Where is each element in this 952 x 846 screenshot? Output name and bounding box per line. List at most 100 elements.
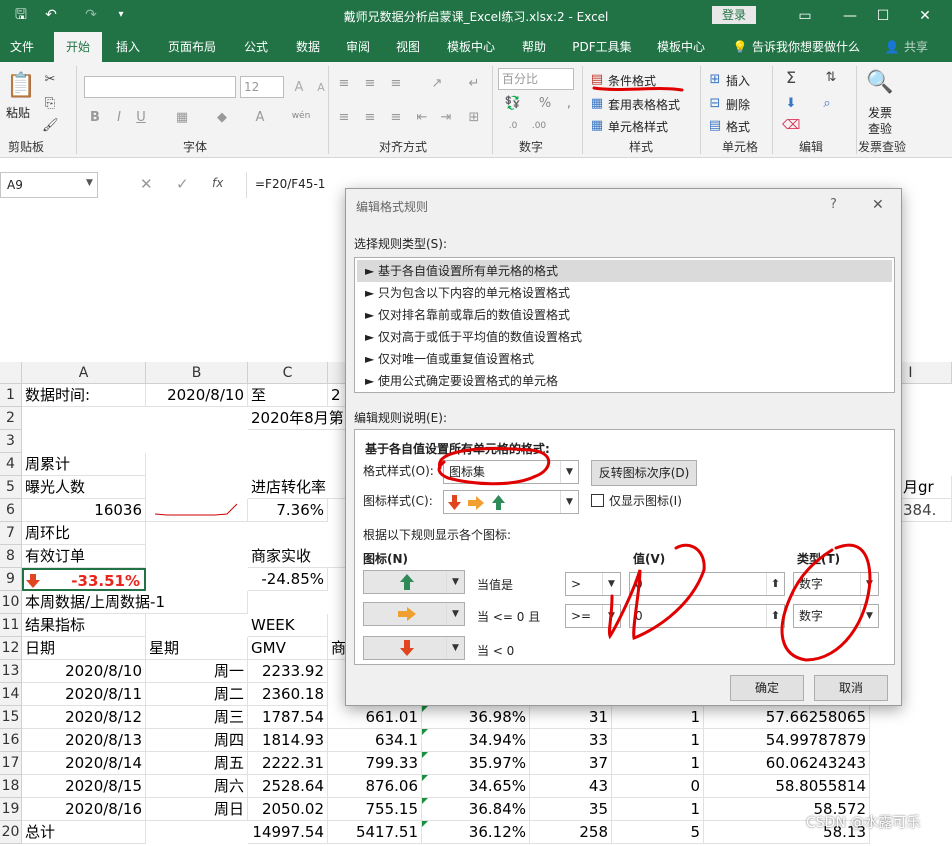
cell-d[interactable]: 876.06 xyxy=(328,775,422,798)
icon-style-select[interactable]: ▼ xyxy=(443,490,579,514)
ok-button[interactable]: 确定 xyxy=(730,675,804,701)
cell-week[interactable]: 周三 xyxy=(146,706,248,729)
cell-e[interactable]: 34.94% xyxy=(422,729,530,752)
share-button[interactable]: 共享 xyxy=(900,32,932,62)
cell-f[interactable]: 37 xyxy=(530,752,612,775)
cell-a4[interactable]: 周累计 xyxy=(22,453,146,476)
cell-f[interactable]: 31 xyxy=(530,706,612,729)
cell-gmv[interactable]: 1814.93 xyxy=(248,729,328,752)
cell-a1[interactable]: 数据时间: xyxy=(22,384,146,407)
column-header-b[interactable]: B xyxy=(146,362,248,384)
align-bottom-icon[interactable]: ≡ xyxy=(388,76,404,92)
cell-a9-selected[interactable]: -33.51% xyxy=(22,568,146,591)
rule2-operator-select[interactable]: >= ▼ xyxy=(565,604,621,628)
cell-i5[interactable]: 月gr xyxy=(900,476,952,499)
rule-type-list[interactable]: ► 基于各自值设置所有单元格的格式 ► 只为包含以下内容的单元格设置格式 ► 仅… xyxy=(354,257,895,393)
row-header[interactable]: 13 xyxy=(0,660,22,683)
tab-data[interactable]: 数据 xyxy=(288,32,328,62)
tab-formulas[interactable]: 公式 xyxy=(236,32,276,62)
row-header[interactable]: 16 xyxy=(0,729,22,752)
cell-a6[interactable]: 16036 xyxy=(22,499,146,522)
wrap-text-icon[interactable]: ↵ xyxy=(466,76,482,92)
autosum-icon[interactable]: Σ xyxy=(782,70,800,86)
sort-filter-icon[interactable]: ⇅ xyxy=(818,70,844,86)
cell-e20[interactable]: 36.12% xyxy=(422,821,530,844)
format-style-select[interactable]: 图标集 ▼ xyxy=(443,460,579,484)
cell-b12[interactable]: 星期 xyxy=(146,637,248,660)
cell-f20[interactable]: 258 xyxy=(530,821,612,844)
phonetic-icon[interactable]: wén xyxy=(290,108,312,124)
delete-cells-icon[interactable]: ⊟ xyxy=(708,96,722,112)
cell-a10[interactable]: 本周数据/上周数据-1 xyxy=(22,591,248,614)
cell-date[interactable]: 2020/8/11 xyxy=(22,683,146,706)
maximize-icon[interactable]: ☐ xyxy=(868,6,898,26)
increase-indent-icon[interactable]: ⇥ xyxy=(438,110,454,126)
cell-h[interactable]: 57.66258065 xyxy=(704,706,870,729)
rule2-icon-select[interactable]: ▼ xyxy=(363,602,465,626)
format-cells-icon[interactable]: ▤ xyxy=(708,118,722,134)
row-header[interactable]: 5 xyxy=(0,476,22,499)
copy-icon[interactable]: ⎘ xyxy=(42,96,58,112)
confirm-entry-icon[interactable]: ✓ xyxy=(176,175,189,193)
cell-h[interactable]: 54.99787879 xyxy=(704,729,870,752)
row-header[interactable]: 2 xyxy=(0,407,22,430)
row-header[interactable]: 1 xyxy=(0,384,22,407)
cell-f[interactable]: 35 xyxy=(530,798,612,821)
cell-e[interactable]: 36.84% xyxy=(422,798,530,821)
cell-c20[interactable]: 14997.54 xyxy=(248,821,328,844)
ref-picker-icon[interactable]: ⬆ xyxy=(766,573,784,595)
number-format-box[interactable]: 百分比 xyxy=(498,68,574,90)
row-header[interactable]: 14 xyxy=(0,683,22,706)
row-header[interactable]: 12 xyxy=(0,637,22,660)
cell-c2[interactable]: 2020年8月第1 xyxy=(248,407,353,430)
rule-type-item[interactable]: ► 仅对高于或低于平均值的数值设置格式 xyxy=(357,326,892,348)
row-header[interactable]: 3 xyxy=(0,430,22,453)
row-header[interactable]: 20 xyxy=(0,821,22,844)
rule3-icon-select[interactable]: ▼ xyxy=(363,636,465,660)
cell-week[interactable]: 周一 xyxy=(146,660,248,683)
percent-icon[interactable]: % xyxy=(538,96,552,112)
reverse-icon-order-button[interactable]: 反转图标次序(D) xyxy=(591,460,697,486)
tab-review[interactable]: 审阅 xyxy=(338,32,378,62)
bold-icon[interactable]: B xyxy=(88,110,102,126)
cell-g[interactable]: 1 xyxy=(612,729,704,752)
paste-icon[interactable]: 📋 xyxy=(6,70,36,100)
column-header-c[interactable]: C xyxy=(248,362,328,384)
row-header[interactable]: 10 xyxy=(0,591,22,614)
cell-gmv[interactable]: 2050.02 xyxy=(248,798,328,821)
cell-e[interactable]: 36.98% xyxy=(422,706,530,729)
cut-icon[interactable]: ✂ xyxy=(42,72,58,88)
tab-template-center[interactable]: 模板中心 xyxy=(440,32,502,62)
rule1-icon-select[interactable]: ▼ xyxy=(363,570,465,594)
underline-icon[interactable]: U xyxy=(134,110,148,126)
row-header[interactable]: 9 xyxy=(0,568,22,591)
cell-week[interactable]: 周四 xyxy=(146,729,248,752)
align-top-icon[interactable]: ≡ xyxy=(336,76,352,92)
increase-decimal-icon[interactable]: .0 xyxy=(504,118,522,134)
row-header[interactable]: 4 xyxy=(0,453,22,476)
cell-date[interactable]: 2020/8/13 xyxy=(22,729,146,752)
cell-b1[interactable]: 2020/8/10 xyxy=(146,384,248,407)
show-icon-only-checkbox[interactable] xyxy=(591,494,604,507)
invoice-label-2[interactable]: 查验 xyxy=(868,120,892,137)
row-header[interactable]: 11 xyxy=(0,614,22,637)
fill-icon[interactable]: ⬇ xyxy=(782,96,800,112)
table-format-button[interactable]: 套用表格格式 xyxy=(608,96,680,113)
name-box-dropdown-icon[interactable]: ▼ xyxy=(86,178,93,188)
cell-c12[interactable]: GMV xyxy=(248,637,328,660)
cell-e[interactable]: 35.97% xyxy=(422,752,530,775)
row-header[interactable]: 8 xyxy=(0,545,22,568)
rule1-type-select[interactable]: 数字 ▼ xyxy=(793,572,879,596)
cell-c9[interactable]: -24.85% xyxy=(248,568,328,591)
cell-h[interactable]: 60.06243243 xyxy=(704,752,870,775)
paste-label[interactable]: 粘贴 xyxy=(6,104,30,121)
cell-style-icon[interactable]: ▦ xyxy=(590,118,604,134)
cell-c5[interactable]: 进店转化率 xyxy=(248,476,346,499)
cell-gmv[interactable]: 2528.64 xyxy=(248,775,328,798)
cell-gmv[interactable]: 2233.92 xyxy=(248,660,328,683)
invoice-label-1[interactable]: 发票 xyxy=(868,104,892,121)
insert-function-icon[interactable]: fx xyxy=(212,176,223,190)
conditional-format-button[interactable]: 条件格式 xyxy=(608,72,656,89)
rule-type-item[interactable]: ► 仅对唯一值或重复值设置格式 xyxy=(357,348,892,370)
column-header-a[interactable]: A xyxy=(22,362,146,384)
